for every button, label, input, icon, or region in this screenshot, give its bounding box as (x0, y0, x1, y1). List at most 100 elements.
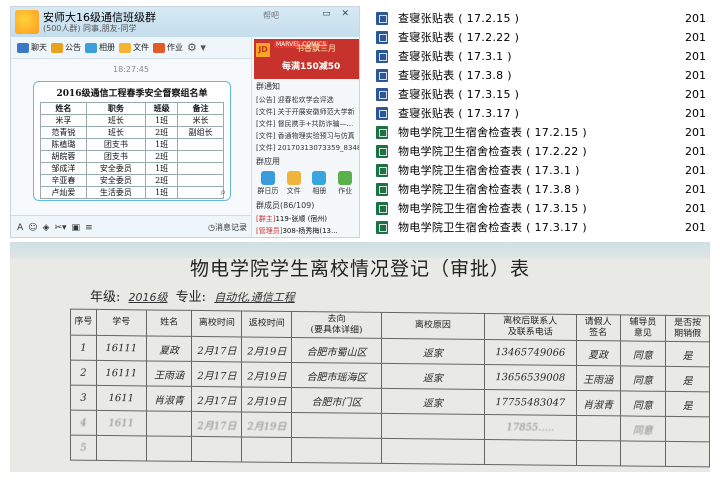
font-icon[interactable]: A (17, 223, 23, 233)
roster-cell: 生活委员 (85, 186, 147, 199)
input-toolbar: A ☺ ◈ ✂▾ ▣ ≡ ◷消息记录 (11, 215, 251, 237)
file-row[interactable]: 查寝张贴表 ( 17.2.15 ) 201 (376, 8, 720, 28)
notice-list: [公告] 迎春松欢学会评选 [文件] 关于开展安徽师范大学新 [文件] 督民携手+共… (252, 94, 359, 154)
file-row[interactable]: 物电学院卫生宿舍检查表 ( 17.2.22 ) 201 (376, 141, 720, 161)
qq-title-bar: 安师大16级通信班级群 (500人群) 同事,朋友-同学 帮吧 ▭ ✕ (11, 7, 359, 37)
qq-group-window: 安师大16级通信班级群 (500人群) 同事,朋友-同学 帮吧 ▭ ✕ 聊天 公… (10, 6, 360, 238)
member-name: 119-张顺 (宿州) (275, 215, 328, 223)
chat-area: 18:27:45 2016级通信工程春季安全督察组名单 姓名 职务 班级 备注 … (11, 59, 251, 215)
roster-cell (177, 162, 224, 175)
form-cell: 2月17日 (191, 411, 242, 437)
tab-announcement[interactable]: 公告 (51, 42, 81, 53)
notice-header: 群通知 (256, 82, 280, 91)
file-name: 物电学院卫生宿舍检查表 ( 17.3.8 ) (398, 183, 580, 196)
form-header-cell: 离校后联系人 及联系电话 (484, 313, 577, 341)
excel-spreadsheet-icon (376, 182, 388, 196)
notice-item[interactable]: [文件] 关于开展安徽师范大学新 (252, 106, 359, 118)
group-app[interactable]: 文件 (282, 171, 306, 196)
file-row[interactable]: 查寝张贴表 ( 17.3.15 ) 201 (376, 84, 720, 104)
form-cell: 是 (665, 366, 710, 392)
form-cell (381, 438, 485, 465)
tab-files[interactable]: 文件 (119, 42, 149, 53)
app-label: 群日历 (257, 187, 279, 195)
form-cell: 同意 (620, 390, 666, 417)
form-header-cell: 请假人 签名 (576, 314, 621, 341)
history-button[interactable]: ◷消息记录 (208, 222, 247, 233)
group-app[interactable]: 群日历 (256, 171, 280, 196)
group-app[interactable]: 相册 (308, 171, 332, 196)
grade-line: 年级: 2016级 专业: 自动化,通信工程 (90, 286, 295, 305)
emoji-icon[interactable]: ☺ (28, 223, 37, 233)
form-cell (241, 436, 292, 463)
notice-item[interactable]: [文件] 香通物理实验预习与仿真 (252, 130, 359, 142)
member-list: [群主]119-张顺 (宿州) [管理员]308-杨秀梅(13... (252, 213, 359, 237)
file-name: 查寝张贴表 ( 17.3.15 ) (398, 88, 520, 101)
file-row[interactable]: 查寝张贴表 ( 17.3.8 ) 201 (376, 65, 720, 85)
form-cell: 王雨涵 (146, 360, 192, 387)
form-cell: 2月19日 (241, 386, 292, 413)
form-row: 5 (70, 435, 710, 467)
file-date: 201 (685, 68, 706, 82)
file-row[interactable]: 查寝张贴表 ( 17.3.17 ) 201 (376, 103, 720, 123)
roster-cell: 陈植璐 (40, 138, 87, 151)
tab-homework[interactable]: 作业 (153, 42, 183, 53)
file-row[interactable]: 物电学院卫生宿舍检查表 ( 17.3.17 ) 201 (376, 217, 720, 237)
homework-icon (153, 42, 165, 53)
form-cell: 肖淑青 (576, 390, 621, 416)
file-row[interactable]: 查寝张贴表 ( 17.3.1 ) 201 (376, 46, 720, 66)
file-row[interactable]: 物电学院卫生宿舍检查表 ( 17.2.15 ) 201 (376, 122, 720, 142)
group-avatar-icon[interactable] (15, 10, 39, 34)
roster-cell: 范青锐 (40, 126, 87, 139)
file-row[interactable]: 查寝张贴表 ( 17.2.22 ) 201 (376, 27, 720, 47)
file-name: 物电学院卫生宿舍检查表 ( 17.2.15 ) (398, 126, 587, 139)
roster-row: 辛亚春 安全委员 2班 (40, 174, 224, 187)
file-row[interactable]: 物电学院卫生宿舍检查表 ( 17.3.1 ) 201 (376, 160, 720, 180)
file-date: 201 (685, 87, 706, 101)
roster-cell: 副组长 (177, 126, 224, 139)
screenshot-icon[interactable]: ✂▾ (54, 223, 66, 233)
form-cell: 3 (70, 385, 97, 411)
ad-banner[interactable]: JD MARVEL COMICS 书香飘三月 每满150减50 (254, 39, 359, 79)
window-controls[interactable]: ▭ ✕ (322, 9, 353, 19)
form-cell: 同意 (620, 415, 666, 442)
roster-cell: 班长 (85, 114, 147, 127)
form-body: 1 16111 夏政 2月17日 2月19日 合肥市蜀山区 返家 13465749066 夏政同… (70, 335, 710, 467)
form-cell: 2月17日 (191, 336, 242, 362)
gift-icon[interactable]: ◈ (43, 223, 50, 233)
roster-cell: 米孚 (40, 114, 87, 127)
app-icon (286, 171, 301, 185)
more-icon[interactable]: ≡ (85, 223, 93, 233)
zoom-icon[interactable]: ⌕ (220, 187, 226, 198)
settings-gear-icon[interactable]: ⚙ ▾ (187, 41, 206, 54)
notice-item[interactable]: [文件] 20170313073359_83489.d (252, 142, 359, 154)
album-icon (85, 42, 97, 53)
members-header: 群成员(86/109) (256, 201, 315, 210)
qq-toolbar: 聊天 公告 相册 文件 作业 ⚙ ▾ (11, 37, 251, 59)
help-link[interactable]: 帮吧 (263, 10, 279, 21)
file-row[interactable]: 物电学院卫生宿舍检查表 ( 17.3.15 ) 201 (376, 198, 720, 218)
form-cell: 1611 (96, 410, 147, 436)
tab-homework-label: 作业 (167, 43, 183, 52)
roster-cell: 1班 (145, 114, 179, 127)
notice-item[interactable]: [公告] 迎春松欢学会评选 (252, 94, 359, 106)
roster-cell: 1班 (145, 138, 179, 151)
group-app[interactable]: 作业 (333, 171, 357, 196)
roster-cell: 安全委员 (85, 174, 147, 187)
member-item[interactable]: [管理员]308-杨秀梅(13... (252, 225, 359, 237)
tab-files-label: 文件 (133, 43, 149, 52)
ad-line2: 每满150减50 (282, 62, 341, 72)
tab-chat[interactable]: 聊天 (17, 42, 47, 53)
member-item[interactable]: [群主]119-张顺 (宿州) (252, 213, 359, 225)
notice-item[interactable]: [文件] 督民携手+共防诈骗—... (252, 118, 359, 130)
file-row[interactable]: 物电学院卫生宿舍检查表 ( 17.3.8 ) 201 (376, 179, 720, 199)
image-message-bubble[interactable]: 2016级通信工程春季安全督察组名单 姓名 职务 班级 备注 米孚 班长 1班 米长范… (33, 81, 231, 201)
major-label: 专业: (175, 290, 207, 305)
form-cell: 同意 (620, 340, 666, 367)
form-cell: 2月19日 (241, 336, 292, 363)
file-date: 201 (685, 201, 706, 215)
file-list: 查寝张贴表 ( 17.2.15 ) 201 查寝张贴表 ( 17.2.22 ) 201… (368, 0, 720, 238)
member-role: [群主] (256, 215, 276, 223)
tab-album[interactable]: 相册 (85, 42, 115, 53)
form-cell: 合肥市蜀山区 (291, 337, 382, 364)
image-icon[interactable]: ▣ (72, 223, 81, 233)
